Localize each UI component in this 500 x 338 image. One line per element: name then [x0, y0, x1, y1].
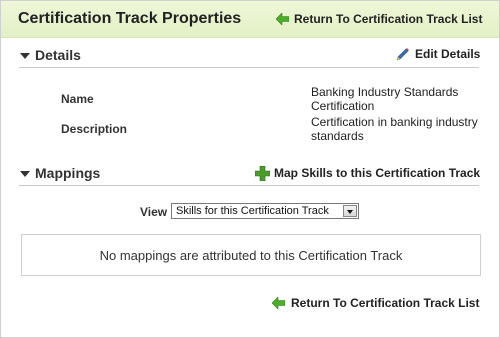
description-label: Description — [61, 122, 128, 136]
view-label: View — [140, 205, 168, 219]
edit-details-link[interactable]: Edit Details — [415, 47, 480, 61]
left-arrow-icon[interactable] — [272, 297, 285, 309]
empty-message: No mappings are attributed to this Certi… — [99, 248, 403, 263]
pencil-icon[interactable] — [396, 46, 410, 61]
map-skills-link[interactable]: Map Skills to this Certification Track — [274, 166, 480, 180]
collapse-triangle-icon[interactable] — [20, 171, 30, 177]
description-value: Certification in banking industry standa… — [311, 115, 478, 143]
mappings-section-header: Mappings Map Skills to this Certificatio… — [19, 163, 480, 186]
collapse-triangle-icon[interactable] — [20, 53, 30, 59]
page-title: Certification Track Properties — [18, 10, 242, 27]
return-to-list-link-top[interactable]: Return To Certification Track List — [294, 12, 482, 26]
return-to-list-link-bottom[interactable]: Return To Certification Track List — [291, 296, 479, 310]
details-section-title: Details — [35, 47, 81, 63]
view-select[interactable]: Skills for this Certification Track — [171, 203, 359, 219]
dropdown-arrow-icon[interactable] — [343, 205, 357, 217]
name-value: Banking Industry Standards Certification — [311, 85, 459, 113]
plus-icon[interactable] — [255, 166, 270, 181]
panel-header: Certification Track Properties Return To… — [1, 1, 499, 38]
left-arrow-icon[interactable] — [276, 13, 289, 25]
details-section-header: Details Edit Details — [19, 45, 480, 68]
name-label: Name — [61, 92, 94, 106]
mappings-empty-box: No mappings are attributed to this Certi… — [21, 234, 481, 276]
certification-track-panel: Certification Track Properties Return To… — [0, 0, 500, 338]
mappings-section-title: Mappings — [35, 165, 101, 181]
view-select-value: Skills for this Certification Track — [176, 205, 329, 217]
